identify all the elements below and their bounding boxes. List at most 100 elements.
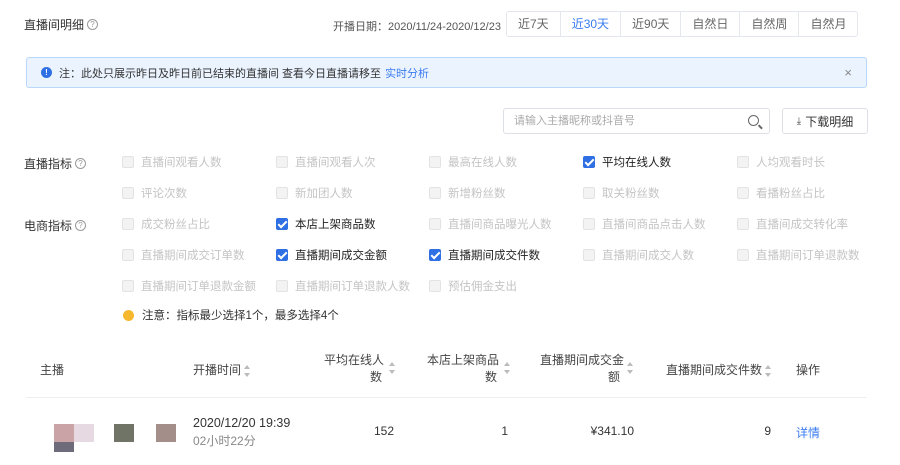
download-label: 下载明细: [805, 114, 854, 129]
sort-icon[interactable]: [389, 362, 396, 374]
sort-icon[interactable]: [627, 362, 634, 374]
range-natural-month-button[interactable]: 自然月: [798, 12, 857, 36]
ecom-metric-checkbox-label: 成交粉丝占比: [141, 219, 210, 231]
download-icon: ⤓: [796, 115, 802, 127]
checkbox-unchecked-icon[interactable]: [583, 218, 595, 230]
checkbox-unchecked-icon[interactable]: [276, 156, 288, 168]
live-metric-checkbox[interactable]: 最高在线人数: [429, 154, 517, 170]
column-shop-items[interactable]: 本店上架商品 数: [427, 352, 511, 386]
checkbox-unchecked-icon[interactable]: [583, 249, 595, 261]
search-icon[interactable]: [748, 115, 759, 126]
live-metric-checkbox[interactable]: 平均在线人数: [583, 154, 671, 170]
column-gmv[interactable]: 直播期间成交金 额: [540, 352, 634, 386]
live-metric-checkbox[interactable]: 新加团人数: [276, 185, 353, 201]
ecom-metric-checkbox[interactable]: 预估佣金支出: [429, 278, 517, 294]
checkbox-unchecked-icon[interactable]: [122, 249, 134, 261]
ecom-metric-checkbox[interactable]: 直播期间成交金额: [276, 247, 387, 263]
live-metric-checkbox-label: 新增粉丝数: [448, 188, 506, 200]
checkbox-unchecked-icon[interactable]: [122, 280, 134, 292]
ecom-metric-checkbox[interactable]: 成交粉丝占比: [122, 216, 210, 232]
ecom-metric-checkbox[interactable]: 直播期间订单退款人数: [276, 278, 410, 294]
column-items-sold-label: 直播期间成交件数: [666, 363, 763, 377]
live-metric-checkbox[interactable]: 评论次数: [122, 185, 187, 201]
column-items-sold[interactable]: 直播期间成交件数: [666, 362, 772, 379]
ecom-metric-checkbox-label: 直播期间成交订单数: [141, 250, 245, 262]
ecom-metric-checkbox[interactable]: 直播期间成交件数: [429, 247, 540, 263]
checkbox-unchecked-icon[interactable]: [122, 187, 134, 199]
checkbox-unchecked-icon[interactable]: [122, 156, 134, 168]
ecom-metric-checkbox-label: 直播间商品点击人数: [602, 219, 706, 231]
ecom-metric-checkbox[interactable]: 直播期间订单退款金额: [122, 278, 256, 294]
help-icon[interactable]: ?: [87, 19, 99, 30]
checkbox-unchecked-icon[interactable]: [429, 156, 441, 168]
page-title-text: 直播间明细: [24, 18, 85, 32]
checkbox-unchecked-icon[interactable]: [583, 187, 595, 199]
live-metric-checkbox[interactable]: 直播间观看人次: [276, 154, 376, 170]
checkbox-unchecked-icon[interactable]: [737, 218, 749, 230]
realtime-analysis-link[interactable]: 实时分析: [385, 65, 429, 81]
ecom-metric-checkbox-label: 直播期间订单退款人数: [295, 281, 410, 293]
checkbox-checked-icon[interactable]: [276, 218, 288, 230]
range-30-days-button[interactable]: 近30天: [559, 12, 620, 36]
sort-icon[interactable]: [504, 362, 511, 374]
column-start-time[interactable]: 开播时间: [193, 362, 251, 379]
column-shop-items-line1: 本店上架商品: [427, 353, 500, 367]
column-avg-online-line1: 平均在线人: [324, 353, 385, 367]
checkbox-unchecked-icon[interactable]: [429, 218, 441, 230]
checkbox-checked-icon[interactable]: [429, 249, 441, 261]
checkbox-unchecked-icon[interactable]: [737, 187, 749, 199]
items-sold-value: 9: [764, 424, 771, 438]
column-avg-online[interactable]: 平均在线人 数: [324, 352, 396, 386]
page-title: 直播间明细 ?: [24, 16, 99, 33]
range-90-days-button[interactable]: 近90天: [620, 12, 680, 36]
ecom-metric-checkbox[interactable]: 直播期间成交订单数: [122, 247, 245, 263]
ecom-metric-checkbox[interactable]: 本店上架商品数: [276, 216, 376, 232]
checkbox-unchecked-icon[interactable]: [429, 280, 441, 292]
shop-items-value: 1: [501, 424, 508, 438]
warning-icon: [123, 309, 134, 321]
date-range-label: 开播日期：2020/11/24-2020/12/23: [333, 21, 501, 33]
ecom-metric-checkbox-label: 本店上架商品数: [295, 219, 376, 231]
live-metrics-label-text: 直播指标: [24, 157, 73, 171]
notice-banner: ! 注：此处只展示昨日及昨日前已结束的直播间 查看今日直播请移至 实时分析 ×: [26, 57, 867, 88]
help-icon[interactable]: ?: [75, 220, 87, 231]
ecom-metric-checkbox-label: 预估佣金支出: [448, 281, 517, 293]
live-metric-checkbox[interactable]: 新增粉丝数: [429, 185, 506, 201]
checkbox-unchecked-icon[interactable]: [122, 218, 134, 230]
live-metric-checkbox[interactable]: 看播粉丝占比: [737, 185, 825, 201]
close-icon[interactable]: ×: [844, 66, 852, 79]
checkbox-unchecked-icon[interactable]: [276, 187, 288, 199]
column-action: 操作: [796, 363, 821, 377]
ecom-metric-checkbox[interactable]: 直播间商品点击人数: [583, 216, 706, 232]
checkbox-checked-icon[interactable]: [276, 249, 288, 261]
details-link[interactable]: 详情: [796, 424, 820, 441]
live-metric-checkbox-label: 直播间观看人次: [295, 157, 376, 169]
ecom-metrics-label: 电商指标 ?: [24, 217, 87, 234]
column-anchor: 主播: [40, 363, 65, 377]
ecom-metric-checkbox[interactable]: 直播期间成交人数: [583, 247, 694, 263]
checkbox-unchecked-icon[interactable]: [737, 249, 749, 261]
ecom-metric-checkbox-label: 直播间商品曝光人数: [448, 219, 552, 231]
warning-text: 注意：指标最少选择1个，最多选择4个: [142, 310, 339, 322]
ecom-metric-checkbox[interactable]: 直播间成交转化率: [737, 216, 848, 232]
ecom-metric-checkbox[interactable]: 直播期间订单退款数: [737, 247, 860, 263]
checkbox-unchecked-icon[interactable]: [737, 156, 749, 168]
help-icon[interactable]: ?: [75, 158, 87, 169]
range-7-days-button[interactable]: 近7天: [507, 12, 560, 36]
checkbox-checked-icon[interactable]: [583, 156, 595, 168]
live-metric-checkbox-label: 人均观看时长: [756, 157, 825, 169]
live-metric-checkbox[interactable]: 人均观看时长: [737, 154, 825, 170]
live-metrics-label: 直播指标 ?: [24, 155, 87, 172]
search-input[interactable]: [504, 109, 734, 133]
sort-icon[interactable]: [244, 364, 251, 377]
checkbox-unchecked-icon[interactable]: [276, 280, 288, 292]
checkbox-unchecked-icon[interactable]: [429, 187, 441, 199]
download-button[interactable]: ⤓ 下载明细: [782, 108, 868, 134]
range-natural-day-button[interactable]: 自然日: [680, 12, 739, 36]
sort-icon[interactable]: [765, 364, 772, 377]
column-gmv-line1: 直播期间成交金: [540, 353, 625, 367]
live-metric-checkbox[interactable]: 直播间观看人数: [122, 154, 222, 170]
ecom-metric-checkbox[interactable]: 直播间商品曝光人数: [429, 216, 552, 232]
range-natural-week-button[interactable]: 自然周: [739, 12, 798, 36]
live-metric-checkbox[interactable]: 取关粉丝数: [583, 185, 660, 201]
